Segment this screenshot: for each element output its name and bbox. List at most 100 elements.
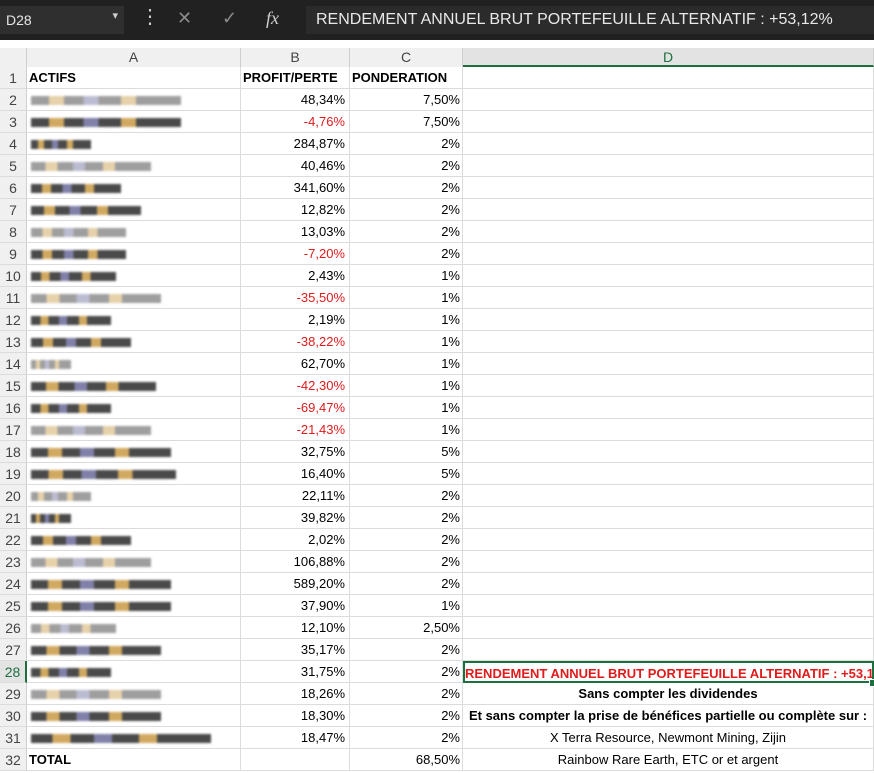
row-header[interactable]: 8 [0,221,27,243]
row-header[interactable]: 16 [0,397,27,419]
more-options-icon[interactable]: ⋮ [140,7,160,27]
row-header[interactable]: 28 [0,661,27,683]
row-header[interactable]: 17 [0,419,27,441]
cell-profit-perte[interactable]: 32,75% [241,441,350,463]
cell-d[interactable] [463,595,874,617]
cell-profit-perte[interactable]: 22,11% [241,485,350,507]
cell-d[interactable] [463,331,874,353]
row-header[interactable]: 21 [0,507,27,529]
column-header-c[interactable]: C [350,48,463,67]
cell-ponderation[interactable]: 1% [350,419,463,441]
cell-actif[interactable] [27,397,241,419]
cell-actif[interactable] [27,111,241,133]
cell-ponderation[interactable]: 7,50% [350,89,463,111]
row-header[interactable]: 26 [0,617,27,639]
cell-d[interactable] [463,419,874,441]
note-r29[interactable]: Sans compter les dividendes [463,683,874,705]
cell-ponderation[interactable]: 1% [350,353,463,375]
row-header[interactable]: 3 [0,111,27,133]
cell-actif[interactable] [27,375,241,397]
row-header[interactable]: 9 [0,243,27,265]
column-header-d[interactable]: D [463,48,874,67]
cell-profit-perte[interactable]: 31,75% [241,661,350,683]
cell-actif[interactable] [27,463,241,485]
row-header[interactable]: 2 [0,89,27,111]
cell-actif[interactable] [27,309,241,331]
cell-d[interactable] [463,133,874,155]
column-header-b[interactable]: B [241,48,350,67]
enter-icon[interactable]: ✓ [222,8,237,29]
cell-ponderation[interactable]: 5% [350,463,463,485]
row-header[interactable]: 14 [0,353,27,375]
cell-actif[interactable] [27,199,241,221]
cell-profit-perte[interactable]: 2,02% [241,529,350,551]
cell-ponderation[interactable]: 2% [350,683,463,705]
cell-actif[interactable] [27,287,241,309]
select-all-corner[interactable] [0,48,27,67]
cell-ponderation[interactable]: 2% [350,529,463,551]
cell-ponderation[interactable]: 2% [350,551,463,573]
cell-actif[interactable] [27,155,241,177]
total-ponderation[interactable]: 68,50% [350,749,463,771]
cell-ponderation[interactable]: 7,50% [350,111,463,133]
cell-d[interactable] [463,551,874,573]
cell-actif[interactable] [27,639,241,661]
cell-actif[interactable] [27,419,241,441]
cell-profit-perte[interactable]: 12,10% [241,617,350,639]
cell-total-b[interactable] [241,749,350,771]
cell-d[interactable] [463,573,874,595]
cell-ponderation[interactable]: 1% [350,331,463,353]
note-r31[interactable]: X Terra Resource, Newmont Mining, Zijin [463,727,874,749]
note-r30[interactable]: Et sans compter la prise de bénéfices pa… [463,705,874,727]
header-profit-perte[interactable]: PROFIT/PERTE [241,67,350,89]
cell-d[interactable] [463,353,874,375]
cell-profit-perte[interactable]: 18,26% [241,683,350,705]
cell-d[interactable] [463,221,874,243]
cell-ponderation[interactable]: 2% [350,177,463,199]
cell-d1[interactable] [463,67,874,89]
cell-actif[interactable] [27,595,241,617]
cell-profit-perte[interactable]: 16,40% [241,463,350,485]
cell-ponderation[interactable]: 2% [350,199,463,221]
cell-ponderation[interactable]: 1% [350,375,463,397]
cell-profit-perte[interactable]: 589,20% [241,573,350,595]
row-header[interactable]: 24 [0,573,27,595]
cell-d[interactable] [463,243,874,265]
cell-d[interactable] [463,463,874,485]
cell-d[interactable] [463,441,874,463]
row-header[interactable]: 32 [0,749,27,771]
cell-profit-perte[interactable]: 2,19% [241,309,350,331]
cell-ponderation[interactable]: 2% [350,705,463,727]
cancel-icon[interactable]: ✕ [177,8,192,29]
cell-d[interactable] [463,507,874,529]
cell-actif[interactable] [27,265,241,287]
cell-profit-perte[interactable]: -21,43% [241,419,350,441]
cell-d[interactable] [463,485,874,507]
cell-d[interactable] [463,199,874,221]
cell-ponderation[interactable]: 2% [350,221,463,243]
fill-handle[interactable] [869,679,874,687]
row-header[interactable]: 13 [0,331,27,353]
cell-actif[interactable] [27,243,241,265]
cell-d[interactable] [463,177,874,199]
cell-actif[interactable] [27,573,241,595]
cell-profit-perte[interactable]: 37,90% [241,595,350,617]
row-header[interactable]: 30 [0,705,27,727]
row-header[interactable]: 19 [0,463,27,485]
cell-profit-perte[interactable]: -4,76% [241,111,350,133]
row-header[interactable]: 5 [0,155,27,177]
cell-actif[interactable] [27,683,241,705]
row-header[interactable]: 22 [0,529,27,551]
cell-ponderation[interactable]: 5% [350,441,463,463]
row-header[interactable]: 31 [0,727,27,749]
cell-ponderation[interactable]: 2% [350,639,463,661]
cell-d[interactable] [463,265,874,287]
cell-actif[interactable] [27,221,241,243]
cell-profit-perte[interactable]: 284,87% [241,133,350,155]
row-header[interactable]: 15 [0,375,27,397]
cell-actif[interactable] [27,177,241,199]
cell-d[interactable] [463,639,874,661]
header-ponderation[interactable]: PONDERATION [350,67,463,89]
column-header-a[interactable]: A [27,48,241,67]
row-header[interactable]: 23 [0,551,27,573]
